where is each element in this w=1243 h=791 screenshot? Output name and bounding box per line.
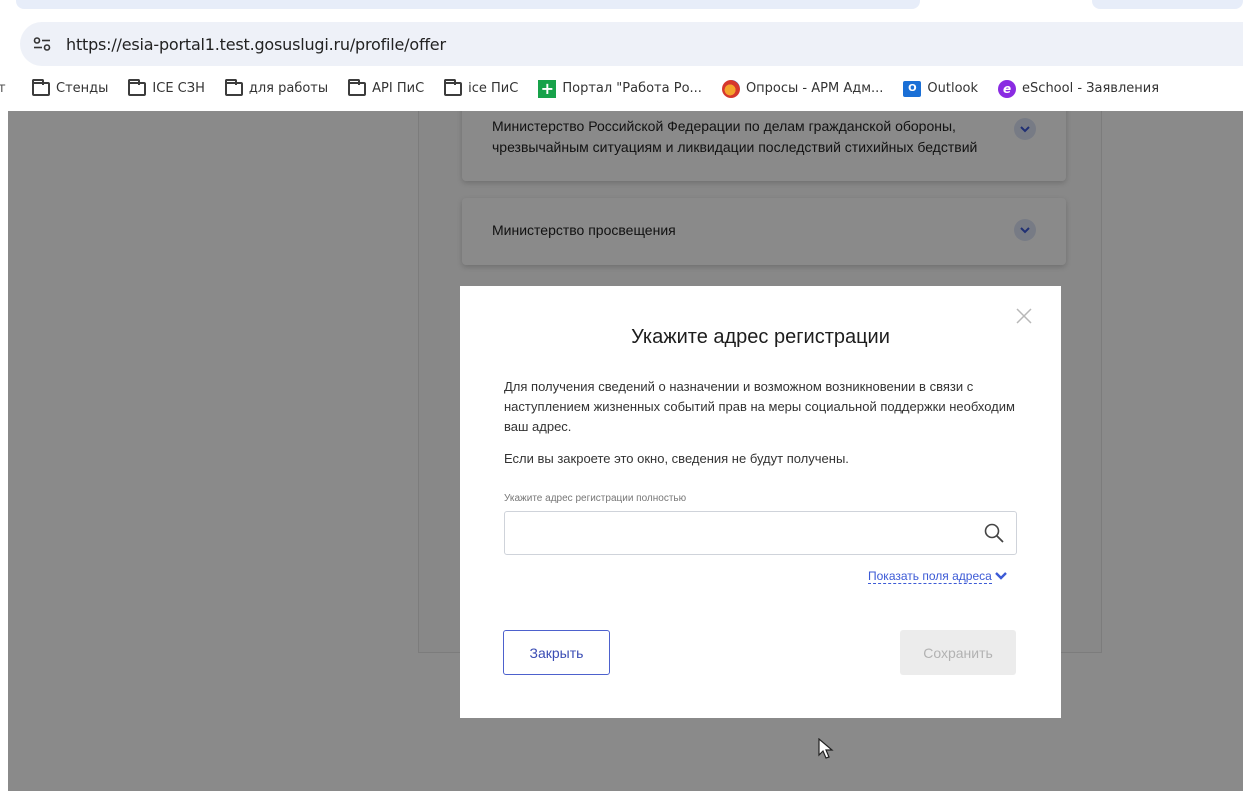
bookmark-link[interactable]: Опросы - АРМ Адм...	[721, 76, 884, 102]
bookmark-label: Стенды	[56, 81, 109, 96]
address-input[interactable]	[504, 511, 1017, 555]
address-field-label: Укажите адрес регистрации полностью	[504, 493, 687, 504]
page-edge	[0, 111, 8, 791]
dialog-description: Для получения сведений о назначении и во…	[504, 379, 1015, 434]
dialog-title: Укажите адрес регистрации	[631, 326, 890, 348]
bookmark-label: ICE СЗН	[152, 81, 205, 96]
bookmark-label: для работы	[248, 81, 329, 96]
bookmark-folder[interactable]: Стенды	[32, 76, 108, 102]
show-address-fields-label: Показать поля адреса	[868, 568, 992, 584]
dialog-note: Если вы закроете это окно, сведения не б…	[504, 451, 849, 466]
url-text[interactable]: https://esia-portal1.test.gosuslugi.ru/p…	[66, 35, 446, 54]
bookmark-label: eSchool - Заявления	[1022, 81, 1160, 96]
mouse-cursor-icon	[818, 737, 834, 760]
bookmark-label: Опросы - АРМ Адм...	[745, 81, 884, 96]
close-button[interactable]: Закрыть	[503, 630, 610, 675]
save-button[interactable]: Сохранить	[900, 630, 1016, 675]
bookmark-label: ice ПиС	[468, 81, 519, 96]
bookmarks-bar: т Стенды ICE СЗН для работы API ПиС ice …	[0, 66, 1243, 111]
folder-icon	[348, 78, 367, 96]
eschool-icon: e	[998, 79, 1017, 98]
bookmark-link[interactable]: e eSchool - Заявления	[998, 76, 1159, 102]
bookmark-label: Outlook	[927, 81, 979, 96]
plus-favicon-icon: +	[538, 79, 557, 98]
outlook-icon: O	[903, 80, 922, 97]
show-address-fields-link[interactable]: Показать поля адреса	[868, 567, 1007, 585]
chevron-down-icon	[994, 567, 1007, 585]
bookmark-folder[interactable]: ICE СЗН	[128, 76, 205, 102]
search-icon[interactable]	[983, 522, 1005, 544]
tune-icon[interactable]	[31, 33, 53, 55]
bookmark-overflow-fragment: т	[0, 81, 6, 96]
folder-icon	[32, 78, 50, 96]
bookmark-link[interactable]: + Портал "Работа Ро...	[538, 76, 702, 102]
browser-tab[interactable]	[1092, 0, 1243, 9]
folder-icon	[224, 78, 243, 96]
address-bar[interactable]: https://esia-portal1.test.gosuslugi.ru/p…	[20, 22, 1243, 66]
browser-tab[interactable]	[16, 0, 920, 9]
bookmark-folder[interactable]: для работы	[224, 76, 329, 102]
address-dialog: Укажите адрес регистрации Для получения …	[460, 286, 1061, 718]
poll-favicon-icon	[721, 79, 740, 98]
bookmark-folder[interactable]: ice ПиС	[444, 76, 518, 102]
browser-tab-strip	[0, 0, 1243, 22]
close-icon[interactable]	[1013, 305, 1035, 327]
bookmark-folder[interactable]: API ПиС	[348, 76, 424, 102]
folder-icon	[444, 78, 463, 96]
bookmark-label: Портал "Работа Ро...	[562, 81, 702, 96]
bookmark-link[interactable]: O Outlook	[903, 76, 978, 102]
folder-icon	[128, 78, 147, 96]
bookmark-label: API ПиС	[372, 81, 425, 96]
